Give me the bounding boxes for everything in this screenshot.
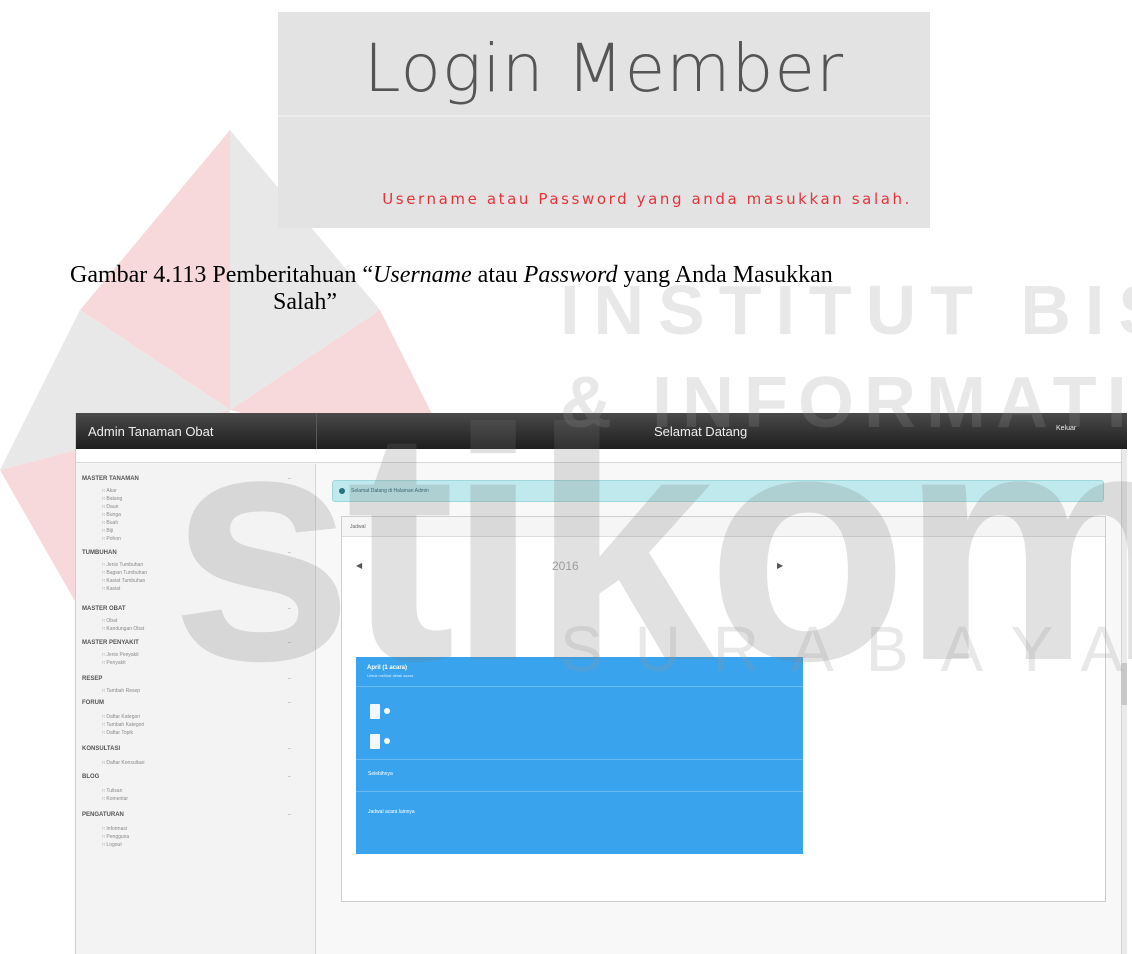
panel-header-label: Jadwal (350, 524, 366, 530)
sidebar-item[interactable]: Pengguna (102, 834, 129, 840)
sidebar-item[interactable]: Komentar (102, 796, 128, 802)
admin-sidebar: MASTER TANAMAN – Akar Batang Daun Bunga … (76, 464, 316, 954)
sidebar-section-pengaturan[interactable]: PENGATURAN (82, 812, 124, 818)
event-entry[interactable] (370, 703, 390, 719)
month-subtitle: Untuk melihat detail acara (367, 673, 414, 678)
sidebar-toggle-icon[interactable]: – (288, 476, 291, 482)
sidebar-section-forum[interactable]: FORUM (82, 700, 104, 706)
admin-brand[interactable]: Admin Tanaman Obat (88, 424, 214, 439)
sidebar-item[interactable]: Buah (102, 520, 118, 526)
caption-middle-1: atau (471, 262, 524, 288)
figure-caption: Gambar 4.113 Pemberitahuan “Username ata… (70, 262, 1080, 316)
scrollbar[interactable] (1121, 449, 1127, 954)
month-divider (356, 759, 803, 760)
caption-middle-2: yang Anda Masukkan (617, 262, 833, 288)
sidebar-section-master-penyakit[interactable]: MASTER PENYAKIT (82, 640, 139, 646)
chevron-right-icon[interactable]: ▶ (777, 561, 783, 570)
login-title: Login Member (363, 30, 845, 107)
month-name: April (1 acara) (367, 665, 408, 671)
sidebar-item[interactable]: Daftar Topik (102, 730, 133, 736)
info-icon (384, 708, 390, 714)
admin-topbar: Admin Tanaman Obat Selamat Datang Keluar (76, 413, 1127, 449)
info-icon (339, 488, 345, 494)
month-link-other[interactable]: Jadwal acara lainnya (368, 809, 415, 815)
sidebar-section-master-obat[interactable]: MASTER OBAT (82, 606, 126, 612)
admin-screenshot: Admin Tanaman Obat Selamat Datang Keluar… (75, 413, 1127, 954)
sidebar-item[interactable]: Daun (102, 504, 118, 510)
sidebar-item[interactable]: Daftar Kategori (102, 714, 140, 720)
sidebar-item[interactable]: Logout (102, 842, 121, 848)
sidebar-toggle-icon[interactable]: – (288, 550, 291, 556)
login-error-message: Username atau Password yang anda masukka… (382, 190, 912, 208)
welcome-alert: Selamat Datang di Halaman Admin (332, 480, 1104, 502)
scrollbar-thumb[interactable] (1121, 663, 1127, 705)
sidebar-item[interactable]: Bunga (102, 512, 120, 518)
month-card[interactable]: April (1 acara) Untuk melihat detail aca… (356, 657, 803, 854)
sidebar-section-konsultasi[interactable]: KONSULTASI (82, 746, 120, 752)
caption-prefix: Gambar 4.113 Pemberitahuan “ (70, 262, 374, 288)
sidebar-toggle-icon[interactable]: – (288, 606, 291, 612)
sidebar-section-master-tanaman[interactable]: MASTER TANAMAN (82, 476, 139, 482)
sidebar-section-blog[interactable]: BLOG (82, 774, 99, 780)
event-entry[interactable] (370, 733, 390, 749)
chevron-left-icon[interactable]: ◀ (356, 561, 362, 570)
admin-main: Selamat Datang di Halaman Admin Jadwal ◀… (316, 464, 1127, 954)
sidebar-item[interactable]: Tulisan (102, 788, 122, 794)
sidebar-section-tumbuhan[interactable]: TUMBUHAN (82, 550, 117, 556)
calendar-year: 2016 (552, 559, 579, 573)
sidebar-item[interactable]: Jenis Penyakit (102, 652, 138, 658)
sidebar-item[interactable]: Bagian Tumbuhan (102, 570, 147, 576)
admin-welcome: Selamat Datang (654, 424, 748, 439)
login-screenshot: Login Member Username atau Password yang… (278, 12, 930, 228)
sidebar-toggle-icon[interactable]: – (288, 746, 291, 752)
sidebar-toggle-icon[interactable]: – (288, 700, 291, 706)
sidebar-item[interactable]: Tambah Kategori (102, 722, 144, 728)
sidebar-toggle-icon[interactable]: – (288, 812, 291, 818)
admin-subbar (76, 449, 1127, 463)
sidebar-section-resep[interactable]: RESEP (82, 676, 102, 682)
caption-password: Password (523, 262, 618, 288)
sidebar-item[interactable]: Batang (102, 496, 122, 502)
sidebar-item[interactable]: Penyakit (102, 660, 125, 666)
calendar-panel: Jadwal ◀ 2016 ▶ April (1 acara) Untuk me… (341, 516, 1106, 902)
sidebar-item[interactable]: Informasi (102, 826, 127, 832)
sidebar-item[interactable]: Tambah Resep (102, 688, 140, 694)
month-link-more[interactable]: Selebihnya (368, 771, 393, 777)
sidebar-item[interactable]: Kasiat (102, 586, 120, 592)
sidebar-item[interactable]: Pohon (102, 536, 120, 542)
login-divider (278, 115, 930, 117)
caption-username: Username (373, 262, 472, 288)
month-card-header: April (1 acara) Untuk melihat detail aca… (356, 657, 803, 687)
month-divider (356, 791, 803, 792)
calendar-icon (370, 733, 380, 749)
sidebar-toggle-icon[interactable]: – (288, 640, 291, 646)
info-icon (384, 738, 390, 744)
logout-button[interactable]: Keluar (1056, 425, 1076, 432)
sidebar-toggle-icon[interactable]: – (288, 676, 291, 682)
sidebar-item[interactable]: Daftar Konsultasi (102, 760, 144, 766)
alert-text: Selamat Datang di Halaman Admin (351, 488, 429, 494)
sidebar-item[interactable]: Jenis Tumbuhan (102, 562, 143, 568)
sidebar-item[interactable]: Obat (102, 618, 117, 624)
panel-header: Jadwal (342, 517, 1105, 537)
caption-line-2: Salah” (273, 289, 337, 315)
calendar-icon (370, 703, 380, 719)
sidebar-item[interactable]: Kandungan Obat (102, 626, 144, 632)
topbar-divider (316, 413, 317, 449)
sidebar-toggle-icon[interactable]: – (288, 774, 291, 780)
sidebar-item[interactable]: Akar (102, 488, 116, 494)
sidebar-item[interactable]: Kasiat Tumbuhan (102, 578, 145, 584)
sidebar-item[interactable]: Biji (102, 528, 113, 534)
